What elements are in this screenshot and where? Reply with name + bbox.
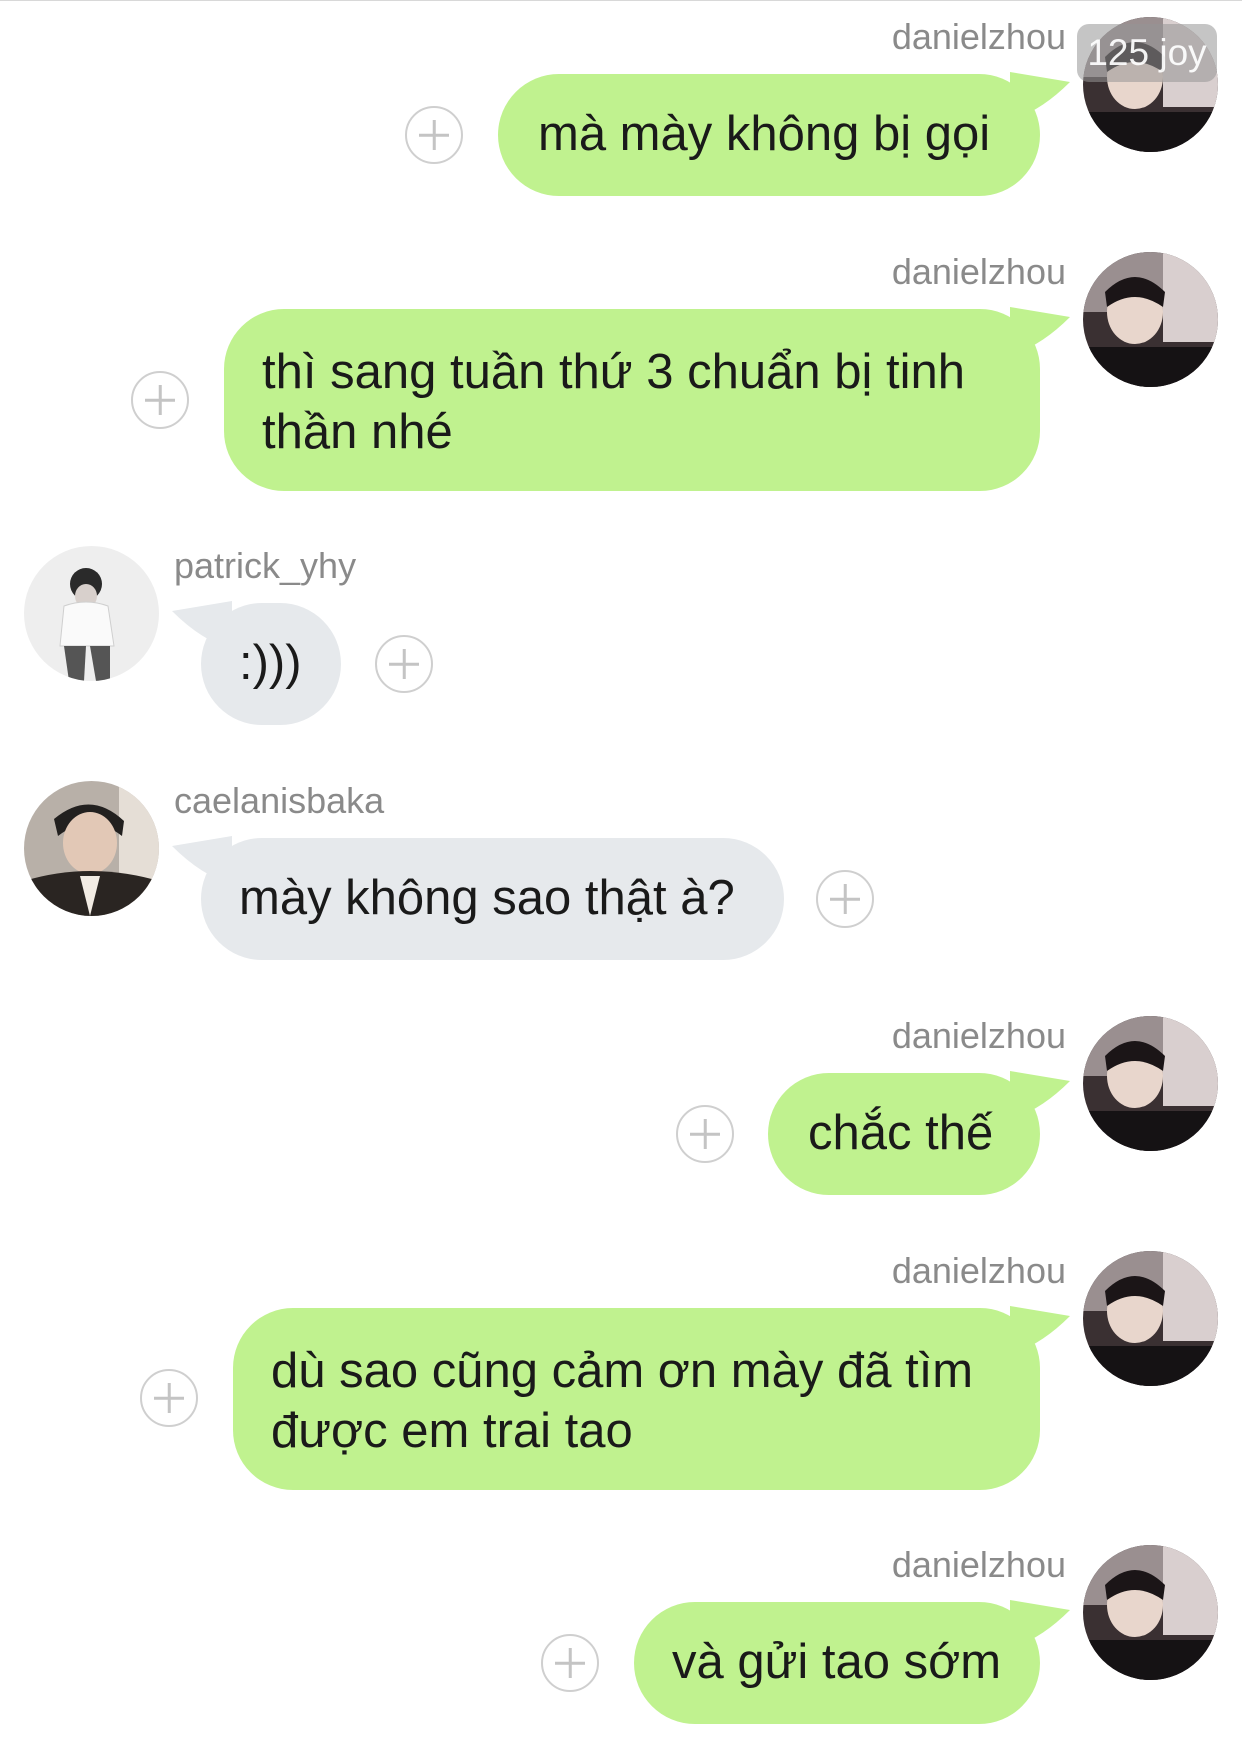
message-username: danielzhou <box>891 1250 1066 1291</box>
message-text-line: thì sang tuần thứ 3 chuẩn bị tinh <box>262 345 965 399</box>
bubble-tail <box>1010 72 1070 120</box>
message-username: danielzhou <box>891 16 1066 57</box>
avatar-photo-icon <box>1083 1545 1218 1680</box>
add-reaction-button[interactable] <box>140 1369 198 1427</box>
message-username: danielzhou <box>891 1015 1066 1056</box>
message-username: patrick_yhy <box>174 545 357 586</box>
message-text: chắc thế <box>808 1106 994 1160</box>
avatar-photo-icon <box>24 781 159 916</box>
user-avatar[interactable] <box>24 781 159 916</box>
avatar-photo-icon <box>1083 1251 1218 1386</box>
message-username: caelanisbaka <box>174 780 385 821</box>
message-username: danielzhou <box>891 251 1066 292</box>
message-bubble[interactable]: thì sang tuần thứ 3 chuẩn bị tinh thần n… <box>224 309 1040 491</box>
bubble-tail <box>1010 307 1070 355</box>
user-avatar[interactable] <box>1083 1016 1218 1151</box>
message-text-line: thần nhé <box>262 405 453 459</box>
add-reaction-button[interactable] <box>541 1634 599 1692</box>
message-text: mà mày không bị gọi <box>538 107 991 161</box>
message-text: và gửi tao sớm <box>672 1635 1002 1689</box>
user-avatar[interactable] <box>24 546 159 681</box>
add-reaction-button[interactable] <box>405 106 463 164</box>
bubble-tail <box>1010 1600 1070 1648</box>
message-bubble[interactable]: chắc thế <box>768 1073 1040 1195</box>
message-text-line: dù sao cũng cảm ơn mày đã tìm <box>271 1344 974 1398</box>
message-text: mày không sao thật à? <box>239 871 735 925</box>
bubble-tail <box>1010 1306 1070 1354</box>
bubble-tail <box>172 836 232 884</box>
user-avatar[interactable] <box>1083 252 1218 387</box>
user-avatar[interactable] <box>1083 1251 1218 1386</box>
watermark-label: 125 joy <box>1077 24 1217 82</box>
add-reaction-button[interactable] <box>676 1105 734 1163</box>
avatar-photo-icon <box>24 546 159 681</box>
top-divider <box>0 0 1242 1</box>
message-bubble[interactable]: mà mày không bị gọi <box>498 74 1040 196</box>
bubble-tail <box>1010 1071 1070 1119</box>
bubble-tail <box>172 601 232 649</box>
message-bubble[interactable]: dù sao cũng cảm ơn mày đã tìm được em tr… <box>233 1308 1040 1490</box>
add-reaction-button[interactable] <box>816 870 874 928</box>
avatar-photo-icon <box>1083 1016 1218 1151</box>
message-bubble[interactable]: và gửi tao sớm <box>634 1602 1040 1724</box>
avatar-photo-icon <box>1083 252 1218 387</box>
user-avatar[interactable] <box>1083 1545 1218 1680</box>
message-username: danielzhou <box>891 1544 1066 1585</box>
add-reaction-button[interactable] <box>131 371 189 429</box>
message-text: :))) <box>239 636 302 690</box>
add-reaction-button[interactable] <box>375 635 433 693</box>
message-bubble[interactable]: mày không sao thật à? <box>201 838 784 960</box>
message-text-line: được em trai tao <box>271 1404 633 1458</box>
